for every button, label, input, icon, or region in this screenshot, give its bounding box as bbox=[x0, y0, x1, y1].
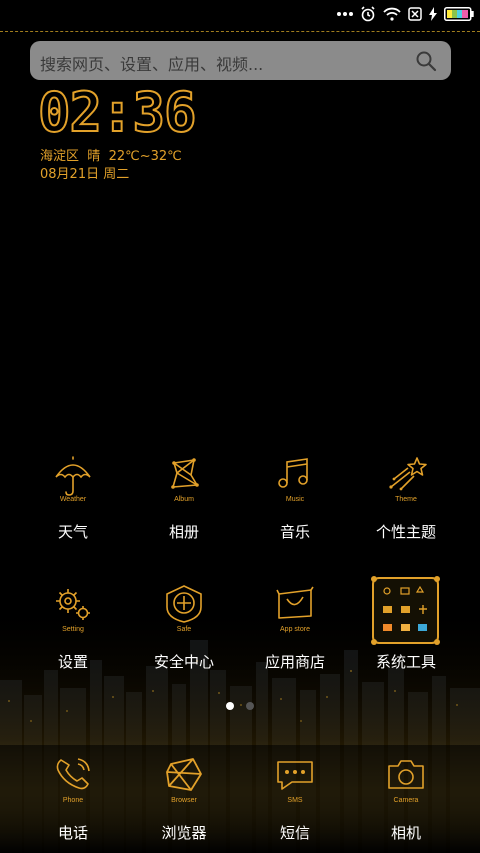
weather-temperature: 22℃~32℃ bbox=[108, 149, 182, 164]
app-caption: Album bbox=[174, 496, 194, 503]
shopping-bag-icon: App store bbox=[270, 585, 320, 637]
app-caption: App store bbox=[280, 626, 310, 633]
app-music[interactable]: Music 音乐 bbox=[240, 455, 350, 545]
app-caption: Safe bbox=[177, 626, 192, 633]
app-weather[interactable]: Weather 天气 bbox=[18, 455, 128, 545]
dock-camera[interactable]: Camera 相机 bbox=[351, 756, 461, 846]
search-placeholder[interactable]: 搜索网页、设置、应用、视频... bbox=[40, 51, 263, 75]
app-label: 短信 bbox=[279, 824, 310, 842]
app-caption: Setting bbox=[62, 626, 84, 633]
app-label: 相机 bbox=[390, 824, 421, 842]
app-label: 天气 bbox=[57, 523, 88, 541]
app-security-center[interactable]: Safe 安全中心 bbox=[129, 585, 239, 675]
page-dot-active[interactable] bbox=[226, 702, 234, 710]
shooting-star-icon: Theme bbox=[381, 455, 431, 507]
charging-icon bbox=[429, 7, 437, 21]
phone-icon: Phone bbox=[48, 756, 98, 808]
app-label: 应用商店 bbox=[264, 653, 325, 671]
status-divider bbox=[0, 31, 480, 32]
app-label: 相册 bbox=[168, 523, 199, 541]
camera-icon: Camera bbox=[381, 756, 431, 808]
battery-icon bbox=[444, 7, 474, 21]
search-bar[interactable]: 搜索网页、设置、应用、视频... bbox=[30, 41, 451, 80]
weather-location: 海淀区 bbox=[40, 149, 80, 164]
app-store[interactable]: App store 应用商店 bbox=[240, 585, 350, 675]
weather-condition: 晴 bbox=[87, 149, 101, 164]
app-caption: Weather bbox=[60, 496, 87, 503]
app-label: 电话 bbox=[57, 824, 88, 842]
album-icon: Album bbox=[159, 455, 209, 507]
app-label: 安全中心 bbox=[153, 653, 214, 671]
gear-icon: Setting bbox=[48, 585, 98, 637]
page-dot[interactable] bbox=[246, 702, 254, 710]
clock-time: 02:36 bbox=[37, 81, 198, 144]
weekday-text: 周二 bbox=[103, 167, 130, 182]
sms-icon: SMS bbox=[270, 756, 320, 808]
app-label: 系统工具 bbox=[375, 653, 436, 671]
app-caption: Browser bbox=[171, 797, 197, 804]
wifi-icon bbox=[383, 7, 401, 21]
app-label: 设置 bbox=[57, 653, 88, 671]
page-indicator[interactable] bbox=[226, 702, 254, 710]
no-sim-icon bbox=[408, 7, 422, 21]
app-settings[interactable]: Setting 设置 bbox=[18, 585, 128, 675]
music-note-icon: Music bbox=[270, 455, 320, 507]
app-album[interactable]: Album 相册 bbox=[129, 455, 239, 545]
status-bar bbox=[0, 0, 480, 28]
date-line: 08月21日 周二 bbox=[40, 163, 129, 182]
umbrella-icon: Weather bbox=[48, 455, 98, 507]
app-label: 个性主题 bbox=[375, 523, 436, 541]
dock-browser[interactable]: Browser 浏览器 bbox=[129, 756, 239, 846]
dock-phone[interactable]: Phone 电话 bbox=[18, 756, 128, 846]
app-label: 音乐 bbox=[279, 523, 310, 541]
folder-icon bbox=[371, 576, 440, 645]
app-caption: Camera bbox=[394, 797, 419, 804]
more-dots-icon bbox=[337, 12, 353, 16]
dock-sms[interactable]: SMS 短信 bbox=[240, 756, 350, 846]
app-label: 浏览器 bbox=[161, 824, 207, 842]
date-text: 08月21日 bbox=[40, 167, 100, 182]
search-icon[interactable] bbox=[415, 50, 437, 72]
alarm-icon bbox=[361, 6, 375, 22]
shield-plus-icon: Safe bbox=[159, 585, 209, 637]
app-caption: Theme bbox=[395, 496, 417, 503]
app-caption: Phone bbox=[63, 797, 83, 804]
app-caption: Music bbox=[286, 496, 305, 503]
browser-icon: Browser bbox=[159, 756, 209, 808]
clock-weather-widget[interactable]: 02:36 海淀区 晴 22℃~32℃ 08月21日 周二 bbox=[37, 81, 258, 186]
weather-line: 海淀区 晴 22℃~32℃ bbox=[40, 145, 182, 164]
app-caption: SMS bbox=[287, 797, 303, 804]
app-system-tools-folder[interactable]: 系统工具 bbox=[351, 572, 461, 675]
app-theme[interactable]: Theme 个性主题 bbox=[351, 455, 461, 545]
